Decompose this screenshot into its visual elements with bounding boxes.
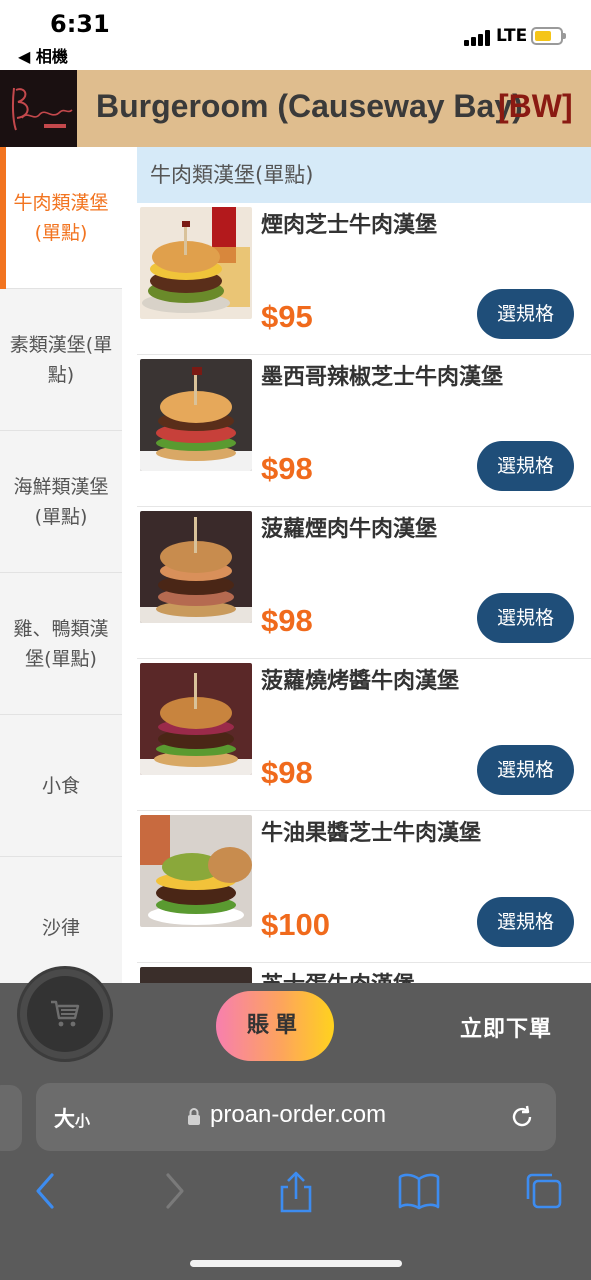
tabs-icon[interactable] bbox=[524, 1171, 564, 1211]
item-name: 芝士蛋牛肉漢堡 bbox=[261, 967, 415, 983]
back-icon[interactable] bbox=[34, 1171, 58, 1211]
category-sidebar: 牛肉類漢堡(單點) 素類漢堡(單點) 海鮮類漢堡(單點) 雞、鴨類漢堡(單點) … bbox=[0, 147, 122, 999]
text-size-large-label: 大 bbox=[54, 1107, 75, 1131]
select-options-button[interactable]: 選規格 bbox=[477, 745, 574, 795]
menu-item[interactable]: 牛油果醬芝士牛肉漢堡 $100 選規格 bbox=[137, 811, 591, 963]
select-options-button[interactable]: 選規格 bbox=[477, 441, 574, 491]
select-options-button[interactable]: 選規格 bbox=[477, 289, 574, 339]
item-price: $98 bbox=[261, 755, 313, 790]
restaurant-name: Burgeroom (Causeway Bay) bbox=[96, 88, 523, 124]
reload-icon[interactable] bbox=[508, 1103, 536, 1131]
menu-item[interactable]: 菠蘿煙肉牛肉漢堡 $98 選規格 bbox=[137, 507, 591, 659]
burger-photo[interactable] bbox=[140, 207, 252, 319]
battery-icon bbox=[531, 27, 566, 45]
app-screen: 6:31 ◀ 相機 LTE Burgeroom (Causeway Bay) [… bbox=[0, 0, 591, 1280]
select-options-button[interactable]: 選規格 bbox=[477, 897, 574, 947]
text-size-small-label: 小 bbox=[75, 1112, 91, 1130]
category-item-snacks[interactable]: 小食 bbox=[0, 715, 122, 857]
item-name: 菠蘿燒烤醬牛肉漢堡 bbox=[261, 669, 460, 694]
select-options-button[interactable]: 選規格 bbox=[477, 593, 574, 643]
category-label: 素類漢堡(單點) bbox=[9, 333, 113, 386]
burger-photo[interactable] bbox=[140, 663, 252, 775]
menu-item[interactable]: 墨西哥辣椒芝士牛肉漢堡 $98 選規格 bbox=[137, 355, 591, 507]
item-name: 煙肉芝士牛肉漢堡 bbox=[261, 213, 438, 238]
status-time: 6:31 bbox=[50, 10, 110, 38]
item-price: $95 bbox=[261, 299, 313, 334]
forward-icon[interactable] bbox=[162, 1171, 186, 1211]
item-price: $100 bbox=[261, 907, 330, 942]
cart-button[interactable] bbox=[20, 969, 110, 1059]
category-item-beef-burgers[interactable]: 牛肉類漢堡(單點) bbox=[0, 147, 122, 289]
category-item-seafood-burgers[interactable]: 海鮮類漢堡(單點) bbox=[0, 431, 122, 573]
menu-list: 煙肉芝士牛肉漢堡 $95 選規格 墨西哥辣椒芝士牛肉漢堡 $98 選規格 菠蘿煙… bbox=[137, 203, 591, 983]
restaurant-logo bbox=[0, 70, 77, 147]
section-title: 牛肉類漢堡(單點) bbox=[137, 147, 591, 203]
back-to-app-link[interactable]: ◀ 相機 bbox=[18, 43, 68, 67]
item-name: 菠蘿煙肉牛肉漢堡 bbox=[261, 517, 438, 542]
restaurant-header: Burgeroom (Causeway Bay) [BW] bbox=[0, 70, 591, 147]
address-bar[interactable]: 大小 proan-order.com bbox=[36, 1083, 556, 1151]
burger-photo[interactable] bbox=[140, 359, 252, 471]
category-label: 海鮮類漢堡(單點) bbox=[13, 475, 109, 528]
burger-photo[interactable] bbox=[140, 511, 252, 623]
browser-toolbar: 大小 proan-order.com bbox=[0, 1071, 591, 1280]
text-size-button[interactable]: 大小 bbox=[54, 1103, 90, 1133]
category-item-chicken-duck-burgers[interactable]: 雞、鴨類漢堡(單點) bbox=[0, 573, 122, 715]
share-icon[interactable] bbox=[278, 1171, 314, 1215]
home-indicator bbox=[190, 1260, 402, 1267]
category-label: 小食 bbox=[41, 774, 80, 797]
network-label: LTE bbox=[496, 26, 528, 46]
category-label: 沙律 bbox=[41, 916, 80, 939]
category-label: 雞、鴨類漢堡(單點) bbox=[13, 617, 109, 670]
signal-icon bbox=[464, 30, 490, 46]
bookmarks-icon[interactable] bbox=[398, 1171, 440, 1211]
previous-tab-edge[interactable] bbox=[0, 1085, 22, 1151]
category-label: 牛肉類漢堡(單點) bbox=[13, 191, 109, 244]
burger-photo[interactable] bbox=[140, 967, 252, 983]
bill-button[interactable]: 賬單 bbox=[216, 991, 334, 1061]
cart-bar: 賬單 立即下單 bbox=[0, 969, 591, 1071]
cart-icon bbox=[51, 1000, 80, 1027]
item-price: $98 bbox=[261, 603, 313, 638]
category-item-veggie-burgers[interactable]: 素類漢堡(單點) bbox=[0, 289, 122, 431]
menu-item[interactable]: 菠蘿燒烤醬牛肉漢堡 $98 選規格 bbox=[137, 659, 591, 811]
browser-nav-row bbox=[0, 1171, 591, 1221]
branch-code: [BW] bbox=[498, 88, 573, 124]
burger-photo[interactable] bbox=[140, 815, 252, 927]
menu-item[interactable]: 煙肉芝士牛肉漢堡 $95 選規格 bbox=[137, 203, 591, 355]
lock-icon bbox=[188, 1108, 200, 1125]
status-bar: 6:31 ◀ 相機 LTE bbox=[0, 0, 591, 70]
order-now-button[interactable]: 立即下單 bbox=[460, 1011, 552, 1043]
menu-item[interactable]: 芝士蛋牛肉漢堡 bbox=[137, 963, 591, 983]
item-name: 墨西哥辣椒芝士牛肉漢堡 bbox=[261, 365, 504, 390]
url-text: proan-order.com bbox=[210, 1101, 387, 1128]
item-price: $98 bbox=[261, 451, 313, 486]
item-name: 牛油果醬芝士牛肉漢堡 bbox=[261, 821, 482, 846]
